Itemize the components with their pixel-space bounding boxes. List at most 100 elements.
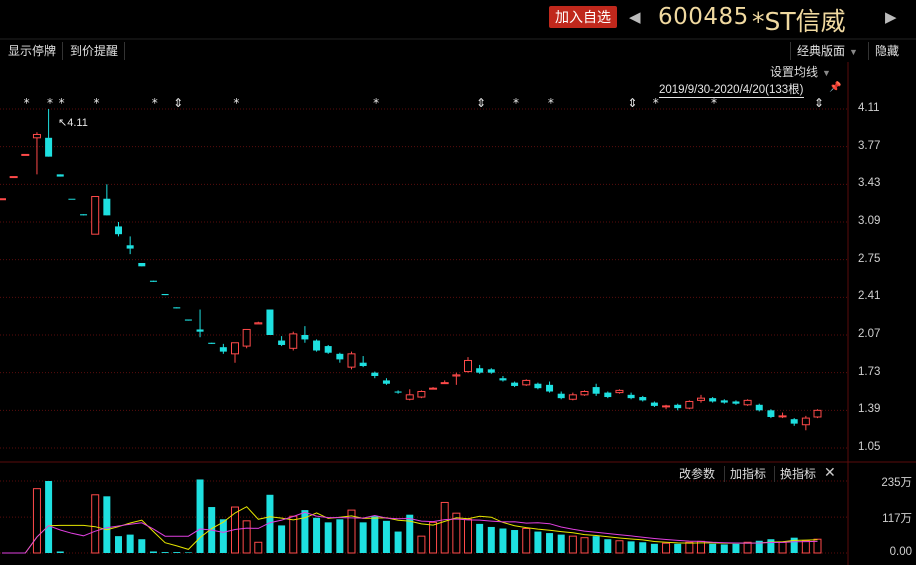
- volume-bar: [615, 540, 624, 554]
- event-marker: *: [59, 96, 65, 110]
- event-marker: *: [513, 96, 519, 110]
- volume-bar: [674, 543, 682, 553]
- volume-bar: [382, 520, 390, 553]
- price-axis-tick: 2.41: [858, 290, 881, 303]
- candle-body: [662, 405, 671, 408]
- candle-body: [464, 359, 472, 373]
- candle-body: [720, 400, 728, 403]
- volume-bar: [499, 528, 507, 553]
- volume-bar: [464, 518, 472, 554]
- volume-bar: [313, 517, 321, 553]
- candle-body: [790, 419, 798, 424]
- candle-body: [639, 397, 647, 401]
- candle-body: [9, 176, 18, 179]
- candle-body: [685, 400, 694, 409]
- candle-body: [394, 391, 402, 393]
- event-marker: *: [711, 96, 717, 110]
- candle-body: [56, 174, 64, 177]
- event-marker: *: [373, 96, 379, 110]
- price-axis-tick: 3.43: [858, 177, 881, 190]
- candle-body: [266, 309, 274, 335]
- event-marker: *: [233, 96, 239, 110]
- price-axis-tick: 2.75: [858, 252, 881, 265]
- volume-bar: [45, 481, 53, 553]
- candle-body: [208, 342, 216, 344]
- candle-body: [324, 346, 332, 353]
- volume-bar: [56, 551, 64, 553]
- event-marker: *: [152, 96, 158, 110]
- candle-body: [592, 387, 600, 394]
- candle-body: [21, 153, 30, 156]
- candle-body: [743, 399, 752, 406]
- candle-body: [417, 391, 426, 398]
- candle-body: [371, 372, 379, 376]
- price-axis-tick: 1.73: [858, 365, 881, 378]
- volume-bar: [685, 541, 694, 554]
- candle-body: [173, 307, 181, 309]
- candle-body: [511, 382, 519, 386]
- volume-bar: [173, 552, 181, 553]
- close-icon[interactable]: ✕: [824, 464, 836, 481]
- candle-body: [254, 322, 263, 325]
- volume-bar: [103, 496, 111, 553]
- volume-bar: [639, 542, 647, 553]
- volume-bar: [709, 543, 717, 553]
- candle-body: [452, 374, 461, 377]
- volume-bar: [522, 527, 531, 554]
- price-axis-tick: 2.07: [858, 328, 881, 340]
- candle-body: [813, 409, 822, 418]
- candle-body: [347, 353, 356, 368]
- candle-body: [429, 387, 438, 390]
- volume-bar: [242, 520, 251, 554]
- candle-body: [184, 319, 192, 321]
- chart-grid: [0, 38, 916, 565]
- candle-body: [499, 378, 507, 381]
- candle-body: [487, 369, 495, 373]
- volume-bar: [801, 540, 810, 554]
- volume-bar: [767, 539, 775, 553]
- candlestick-series: [0, 109, 822, 431]
- volume-bar: [324, 522, 332, 553]
- candle-body: [604, 392, 612, 398]
- candle-body: [80, 214, 88, 216]
- candle-body: [405, 394, 414, 400]
- change-params-button[interactable]: 改参数: [674, 466, 720, 482]
- volume-bar: [534, 531, 542, 553]
- event-marker: *: [47, 96, 53, 110]
- candle-body: [732, 401, 740, 404]
- price-axis-tick: 1.39: [858, 403, 881, 416]
- volume-bar: [650, 543, 658, 553]
- volume-bar: [720, 544, 728, 553]
- candle-body: [674, 404, 682, 409]
- switch-indicator-button[interactable]: 换指标: [774, 466, 821, 482]
- event-marker: *: [94, 96, 100, 110]
- event-markers: * * * * * ⇕ * * ⇕ * * ⇕ * * ⇕: [24, 96, 824, 110]
- candle-body: [138, 262, 146, 267]
- volume-bar: [568, 535, 577, 554]
- volume-bar: [371, 516, 379, 553]
- candle-body: [522, 379, 531, 386]
- candle-body: [336, 353, 344, 360]
- candle-body: [801, 417, 810, 426]
- candle-body: [534, 383, 542, 389]
- volume-bar: [196, 479, 204, 553]
- volume-bar: [580, 537, 589, 554]
- volume-axis-tick: 235万: [881, 477, 912, 489]
- volume-bar: [487, 526, 495, 553]
- event-marker: *: [653, 96, 659, 110]
- add-indicator-button[interactable]: 加指标: [724, 466, 771, 482]
- candle-body: [767, 410, 775, 417]
- candle-body: [697, 397, 705, 401]
- candle-body: [557, 393, 565, 399]
- volume-bar: [604, 539, 612, 553]
- volume-bar: [219, 519, 227, 553]
- price-axis-tick: 3.09: [858, 215, 881, 227]
- candle-body: [32, 133, 41, 139]
- volume-bar: [278, 525, 286, 553]
- candle-body: [359, 362, 367, 367]
- candle-body: [778, 415, 787, 418]
- volume-axis-tick: 117万: [882, 513, 912, 526]
- volume-bar: [778, 541, 787, 554]
- volume-bar: [440, 501, 449, 554]
- volume-bar: [627, 541, 635, 553]
